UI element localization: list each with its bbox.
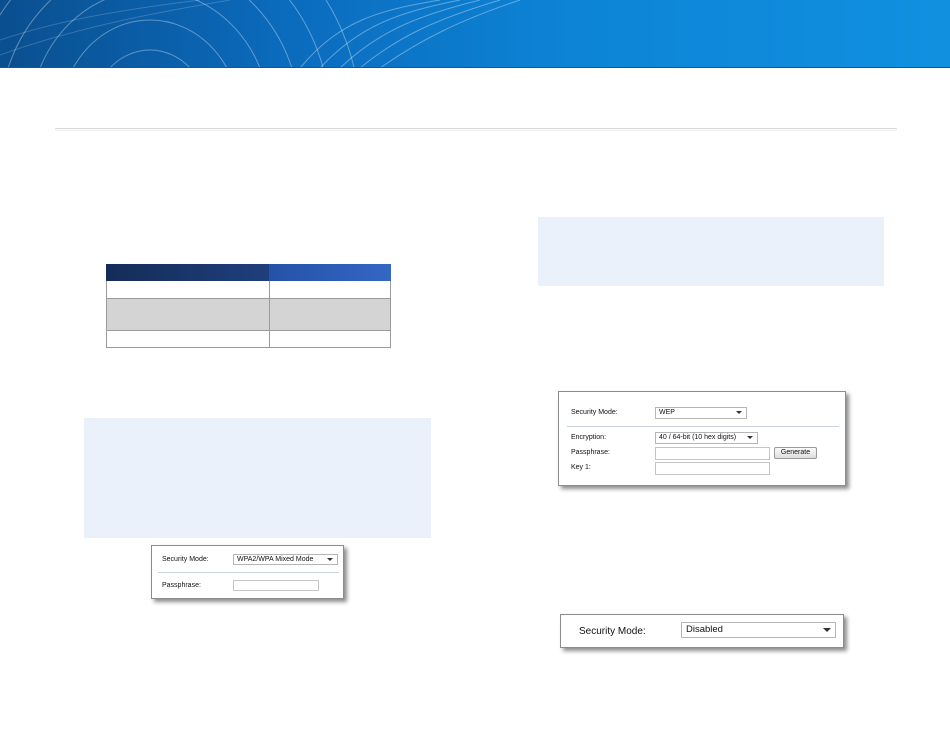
banner-wave-graphic [0,0,521,67]
security-mode-value: Disabled [686,624,723,635]
security-mode-select[interactable]: WEP [655,407,747,419]
key1-input[interactable] [655,462,770,475]
wep-settings-panel: Security Mode: WEP Encryption: 40 / 64-b… [558,391,846,486]
encryption-select[interactable]: 40 / 64-bit (10 hex digits) [655,432,758,444]
disabled-settings-panel: Security Mode: Disabled [560,614,844,648]
table-cell [107,281,270,298]
panel-divider [567,426,839,427]
table-row [106,281,391,299]
chevron-down-icon [327,558,333,561]
passphrase-label: Passphrase: [571,449,610,456]
table-cell [270,299,390,330]
passphrase-input[interactable] [655,447,770,460]
table-cell [107,299,270,330]
chevron-down-icon [823,628,831,632]
chevron-down-icon [747,436,753,439]
wpa-settings-panel: Security Mode: WPA2/WPA Mixed Mode Passp… [151,545,344,599]
table-header-cell [106,264,269,281]
encryption-label: Encryption: [571,434,607,441]
table-cell [107,331,270,347]
table-row [106,299,391,331]
note-box [84,418,431,538]
encryption-value: 40 / 64-bit (10 hex digits) [659,434,737,441]
security-mode-label: Security Mode: [571,409,618,416]
security-mode-select[interactable]: Disabled [681,622,836,638]
security-mode-label: Security Mode: [579,626,646,637]
chevron-down-icon [736,411,742,414]
security-mode-value: WEP [659,409,675,416]
passphrase-label: Passphrase: [162,582,201,589]
table-row [106,331,391,348]
table-cell [270,331,390,347]
table-cell [270,281,390,298]
panel-divider [158,572,339,573]
table-header-cell [269,264,391,281]
security-mode-value: WPA2/WPA Mixed Mode [237,556,314,563]
generate-button[interactable]: Generate [774,447,817,459]
data-table [106,264,391,348]
horizontal-rule [55,128,897,131]
passphrase-input[interactable] [233,580,319,591]
table-header-row [106,264,391,281]
security-mode-label: Security Mode: [162,556,209,563]
header-banner [0,0,950,68]
security-mode-select[interactable]: WPA2/WPA Mixed Mode [233,554,338,565]
key1-label: Key 1: [571,464,591,471]
note-box [538,217,884,286]
